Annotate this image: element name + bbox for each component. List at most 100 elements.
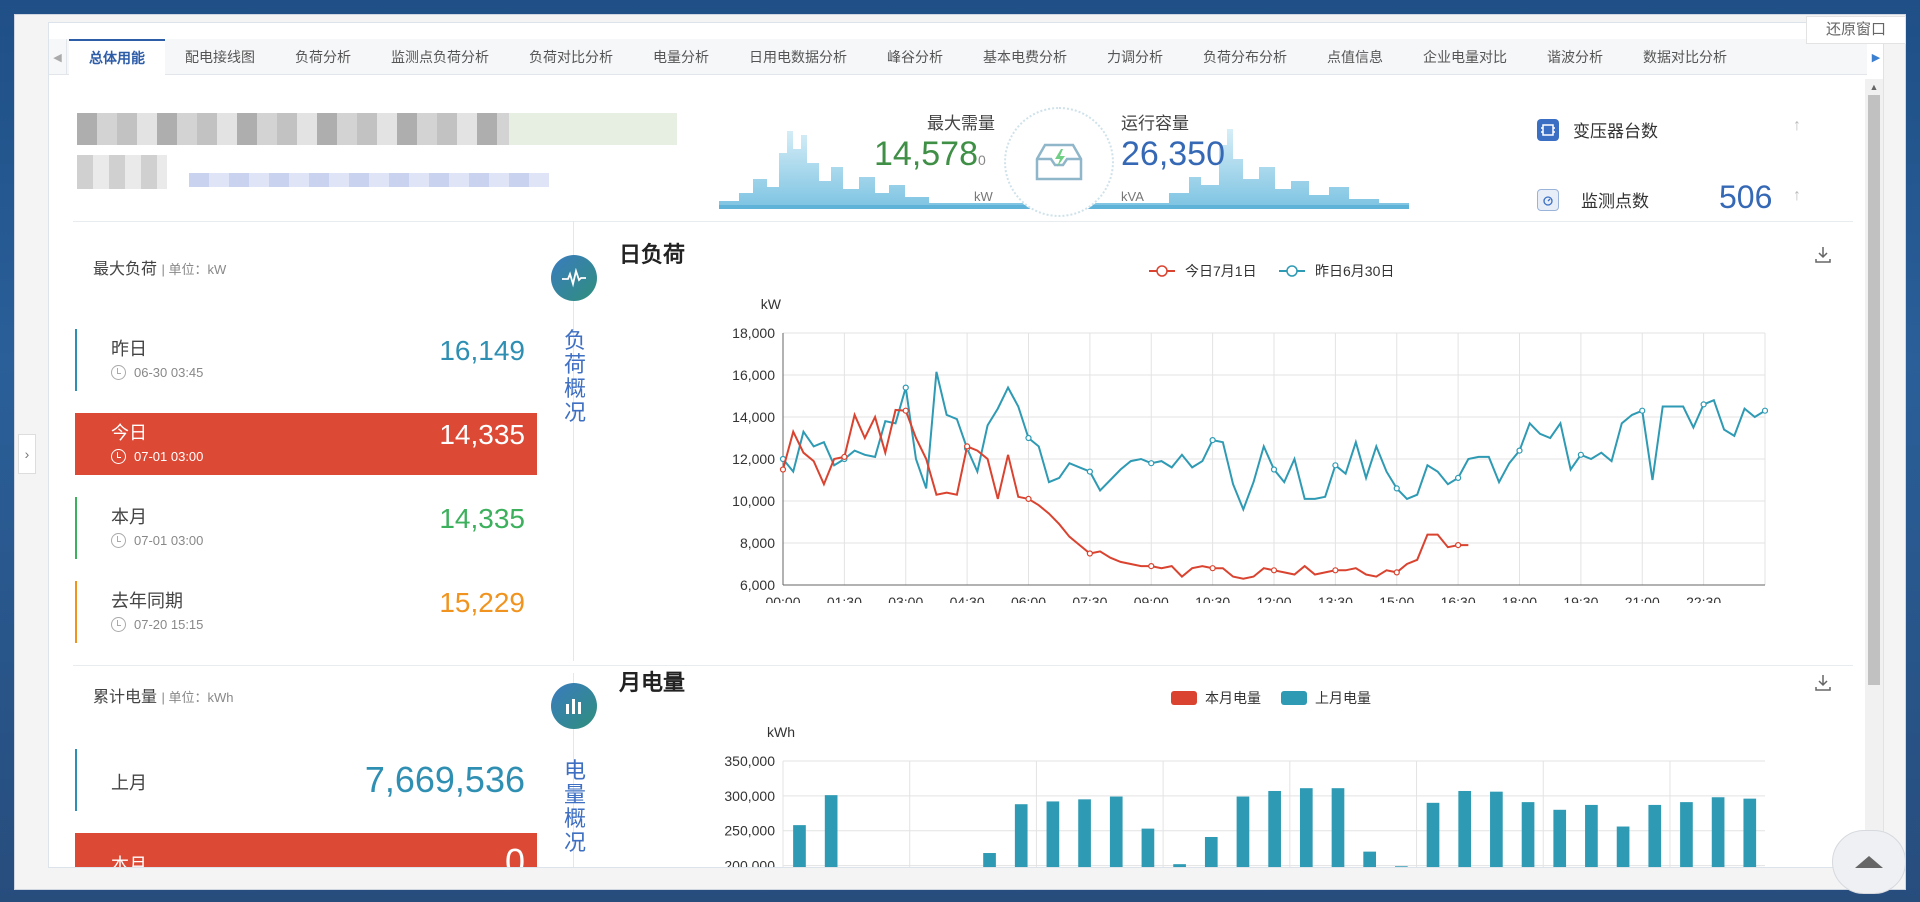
tab-10[interactable]: 负荷分布分析 — [1183, 39, 1307, 75]
tab-6[interactable]: 日用电数据分析 — [729, 39, 867, 75]
y-tick-label: 14,000 — [732, 409, 775, 425]
energy-row-label: 本月 — [111, 855, 147, 868]
x-tick-label: 00:00 — [765, 594, 800, 603]
x-tick-label: 18:00 — [1502, 594, 1537, 603]
energy-bar — [1268, 790, 1281, 867]
energy-bar — [1204, 836, 1218, 867]
y-tick-label: 16,000 — [732, 367, 775, 383]
energy-bar — [1046, 801, 1060, 867]
x-tick-label: 13:30 — [1318, 594, 1353, 603]
energy-bar — [1490, 791, 1503, 867]
cumulative-energy-title: 累计电量 | 单位：kWh — [93, 689, 234, 706]
energy-bar — [1680, 802, 1693, 867]
clock-icon — [111, 617, 126, 632]
transformer-trend-icon: ↑ — [1793, 117, 1801, 134]
monthly-energy-chart: kWh 200,000 250,000 300,000 350,000 本月电量 上月电量 — [724, 690, 1765, 868]
tab-scroll-left-icon[interactable]: ◀ — [49, 39, 67, 75]
x-tick-label: 10:30 — [1195, 594, 1230, 603]
tab-3[interactable]: 监测点负荷分析 — [371, 39, 509, 75]
max-load-row-time: 07-01 03:00 — [111, 449, 203, 464]
y-tick-label: 250,000 — [724, 823, 775, 839]
daily-load-download-icon[interactable] — [1813, 245, 1833, 265]
tab-4[interactable]: 负荷对比分析 — [509, 39, 633, 75]
energy-row-value: 7,669,536 — [364, 759, 525, 800]
data-point — [1086, 550, 1093, 557]
data-point — [1148, 563, 1155, 570]
y-axis-unit: kWh — [767, 724, 795, 740]
energy-bar — [983, 853, 996, 867]
max-load-row: 本月 07-01 03:00 14,335 — [75, 497, 537, 559]
monthly-energy-download-icon[interactable] — [1813, 673, 1833, 693]
data-point — [964, 443, 971, 450]
max-load-row-value: 16,149 — [439, 335, 525, 366]
data-point — [779, 466, 787, 473]
scroll-to-top-button[interactable] — [1832, 830, 1906, 894]
tab-9[interactable]: 力调分析 — [1087, 39, 1183, 75]
header-divider — [73, 221, 1853, 222]
max-demand-value: 14,5780 — [874, 135, 986, 173]
x-tick-label: 21:00 — [1625, 594, 1660, 603]
load-overview-label: 负荷概况 — [563, 328, 586, 425]
max-load-row-value: 14,335 — [439, 419, 525, 450]
data-point — [841, 453, 848, 460]
max-load-row: 昨日 06-30 03:45 16,149 — [75, 329, 537, 391]
tab-5[interactable]: 电量分析 — [633, 39, 729, 75]
data-point — [1393, 485, 1400, 492]
x-tick-label: 03:00 — [888, 594, 923, 603]
scroll-up-icon[interactable]: ▲ — [1865, 79, 1883, 95]
sidebar-expand-toggle[interactable]: › — [18, 434, 36, 474]
data-point — [1148, 460, 1155, 467]
energy-overview-label: 电量概况 — [563, 758, 586, 855]
data-point — [1455, 542, 1462, 549]
data-point — [1086, 468, 1093, 475]
capacity-label: 运行容量 — [1121, 114, 1189, 133]
max-load-row-label: 本月 — [111, 507, 147, 527]
energy-bar — [1363, 851, 1377, 867]
x-tick-label: 04:30 — [950, 594, 985, 603]
max-demand-unit: kW — [974, 189, 993, 204]
y-tick-label: 200,000 — [724, 858, 775, 868]
tab-1[interactable]: 配电接线图 — [165, 39, 275, 75]
energy-row-this-month: 本月 0 — [75, 833, 537, 868]
data-point — [1270, 466, 1278, 473]
max-load-row-label: 今日 — [111, 423, 147, 443]
tab-13[interactable]: 谐波分析 — [1527, 39, 1623, 75]
energy-bar — [1458, 790, 1472, 867]
legend-marker — [1286, 265, 1298, 277]
x-tick-label: 01:30 — [827, 594, 862, 603]
energy-bar — [1711, 797, 1725, 867]
data-point — [1025, 434, 1032, 442]
energy-bar — [1585, 804, 1598, 867]
row-accent-bar — [75, 581, 77, 643]
energy-row-label: 上月 — [111, 773, 147, 793]
restore-window-button[interactable]: 还原窗口 — [1806, 16, 1906, 44]
tab-7[interactable]: 峰谷分析 — [867, 39, 963, 75]
data-point — [1209, 437, 1216, 444]
energy-bar — [1236, 796, 1250, 867]
tab-0[interactable]: 总体用能 — [69, 39, 165, 75]
main-content: ◀ 总体用能 配电接线图 负荷分析 监测点负荷分析 负荷对比分析 电量分析 日用电数据分析峰… — [48, 22, 1884, 868]
data-point — [902, 384, 909, 391]
energy-bar — [1078, 799, 1091, 867]
load-pulse-icon — [551, 255, 597, 301]
energy-bar — [1014, 804, 1028, 867]
tab-bar: ◀ 总体用能 配电接线图 负荷分析 监测点负荷分析 负荷对比分析 电量分析 日用电数据分析峰… — [49, 39, 1883, 75]
tab-14[interactable]: 数据对比分析 — [1623, 39, 1747, 75]
y-tick-label: 18,000 — [732, 325, 775, 341]
tab-scroll-right-icon[interactable]: ▶ — [1867, 39, 1883, 75]
clock-icon — [111, 533, 126, 548]
y-tick-label: 12,000 — [732, 451, 775, 467]
capacity-value: 26,350 — [1121, 135, 1225, 173]
x-tick-label: 22:30 — [1686, 594, 1721, 603]
legend-marker — [1156, 265, 1168, 277]
tab-11[interactable]: 点值信息 — [1307, 39, 1403, 75]
y-tick-label: 300,000 — [724, 788, 775, 804]
vertical-scrollbar[interactable]: ▲ — [1865, 79, 1883, 867]
data-point — [1639, 407, 1646, 414]
energy-bar — [1395, 866, 1408, 867]
tab-8[interactable]: 基本电费分析 — [963, 39, 1087, 75]
tab-12[interactable]: 企业电量对比 — [1403, 39, 1527, 75]
tab-2[interactable]: 负荷分析 — [275, 39, 371, 75]
scroll-thumb[interactable] — [1868, 95, 1880, 685]
y-tick-label: 8,000 — [740, 535, 775, 551]
